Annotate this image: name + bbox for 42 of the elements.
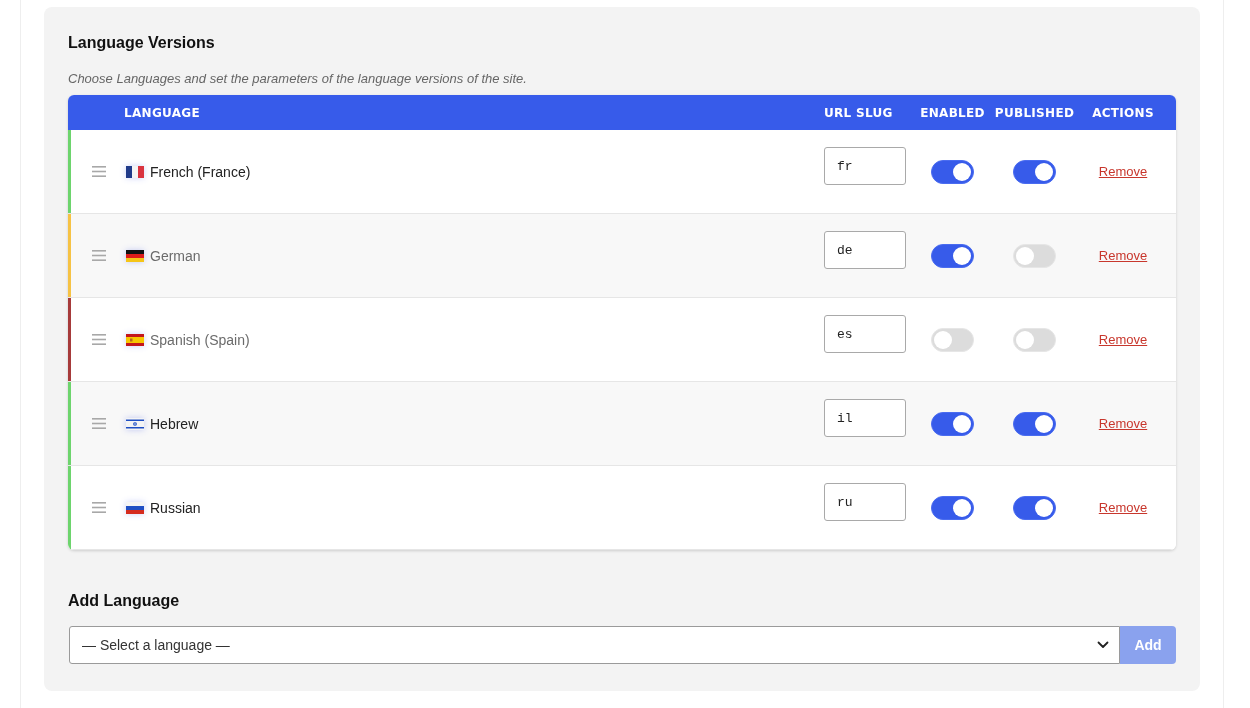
url-slug-field[interactable]: fr	[824, 147, 906, 185]
drag-handle-icon[interactable]	[92, 418, 106, 429]
drag-handle-icon[interactable]	[92, 502, 106, 513]
section-title: Language Versions	[68, 33, 216, 53]
published-toggle[interactable]	[1013, 495, 1056, 520]
language-name: Russian	[150, 499, 201, 516]
url-slug-field[interactable]: de	[824, 231, 906, 269]
url-slug-field[interactable]: es	[824, 315, 906, 353]
column-header: LANGUAGE	[124, 105, 200, 120]
chevron-down-icon	[1097, 641, 1109, 649]
remove-link[interactable]: Remove	[1098, 500, 1148, 515]
drag-handle-icon[interactable]	[92, 166, 106, 177]
language-name: Spanish (Spain)	[150, 331, 250, 348]
enabled-toggle[interactable]	[931, 495, 974, 520]
remove-link[interactable]: Remove	[1098, 332, 1148, 347]
enabled-toggle[interactable]	[931, 411, 974, 436]
section-description: Choose Languages and set the parameters of the language versions of the site.	[68, 71, 528, 87]
language-name: French (France)	[150, 163, 251, 180]
language-name: German	[150, 247, 201, 264]
drag-handle-icon[interactable]	[92, 250, 106, 261]
column-header: ENABLED	[920, 105, 985, 120]
flag-icon	[126, 417, 144, 430]
column-header: ACTIONS	[1092, 105, 1154, 120]
enabled-toggle[interactable]	[931, 243, 974, 268]
flag-icon	[126, 165, 144, 178]
flag-icon	[126, 249, 144, 262]
remove-link[interactable]: Remove	[1098, 164, 1148, 179]
column-header: PUBLISHED	[994, 105, 1075, 120]
published-toggle[interactable]	[1013, 159, 1056, 184]
language-select[interactable]: — Select a language —	[69, 626, 1120, 664]
published-toggle[interactable]	[1013, 411, 1056, 436]
section-title: Add Language	[68, 591, 181, 611]
drag-handle-icon[interactable]	[92, 334, 106, 345]
remove-link[interactable]: Remove	[1098, 248, 1148, 263]
enabled-toggle[interactable]	[931, 159, 974, 184]
column-header: URL SLUG	[824, 105, 893, 120]
remove-link[interactable]: Remove	[1098, 416, 1148, 431]
flag-icon	[126, 501, 144, 514]
language-name: Hebrew	[150, 415, 199, 432]
url-slug-field[interactable]: il	[824, 399, 906, 437]
url-slug-field[interactable]: ru	[824, 483, 906, 521]
flag-icon	[126, 333, 144, 346]
